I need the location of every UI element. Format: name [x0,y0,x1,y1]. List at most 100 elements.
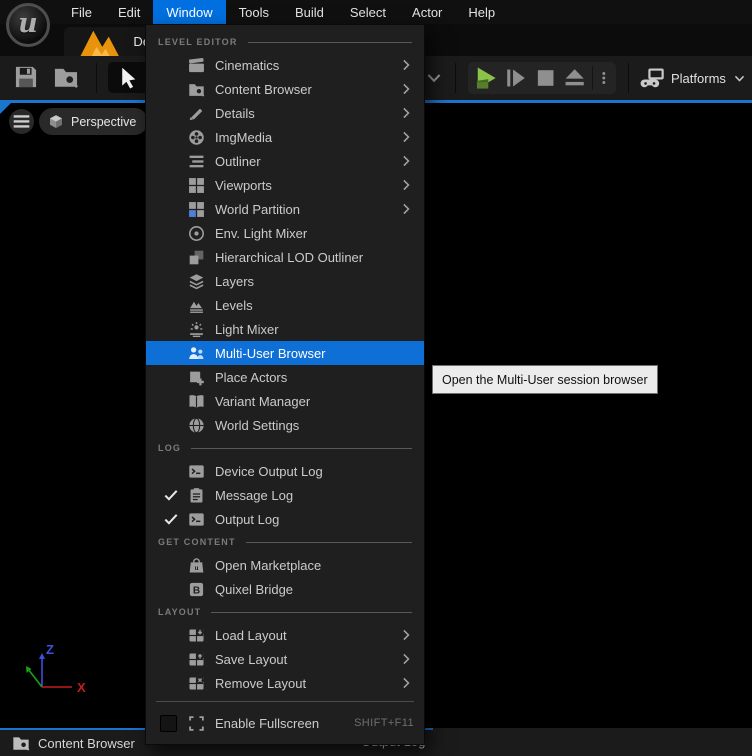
menu-item-save-layout[interactable]: Save Layout [146,647,424,671]
folder-search-icon [188,81,205,98]
platforms-button[interactable]: Platforms [640,62,746,94]
menubar-item-build[interactable]: Build [282,0,337,24]
menubar-item-help[interactable]: Help [455,0,508,24]
menu-item-cinematics[interactable]: Cinematics [146,53,424,77]
light-mixer-icon [188,321,205,338]
list-icon [188,153,205,170]
check-spacer [160,153,182,169]
menu-item-world-partition[interactable]: World Partition [146,197,424,221]
play-options-kebab-icon[interactable] [596,65,612,91]
world-settings-icon [188,417,205,434]
menu-item-variant-manager[interactable]: Variant Manager [146,389,424,413]
fullscreen-icon [188,715,205,732]
menu-item-imgmedia[interactable]: ImgMedia [146,125,424,149]
submenu-chevron-right-icon [399,130,413,144]
menu-item-content-browser[interactable]: Content Browser [146,77,424,101]
toolbar-separator [455,63,456,93]
menubar-item-edit[interactable]: Edit [105,0,153,24]
menu-item-label: ImgMedia [215,130,272,145]
submenu-chevron-right-icon [399,82,413,96]
menu-item-multi-user-browser[interactable]: Multi-User Browser [146,341,424,365]
check-spacer [160,321,182,337]
check-spacer [160,393,182,409]
menu-section-header-level-editor: LEVEL EDITOR [146,31,424,53]
menu-item-label: Open Marketplace [215,558,321,573]
check-spacer [160,273,182,289]
submenu-chevron-right-icon [399,58,413,72]
menu-item-place-actors[interactable]: Place Actors [146,365,424,389]
menu-item-enable-fullscreen[interactable]: Enable FullscreenSHIFT+F11 [146,708,424,738]
multi-user-icon [188,345,205,362]
save-button[interactable] [13,64,39,90]
unreal-engine-logo: u [6,3,50,47]
menu-item-label: Load Layout [215,628,287,643]
check-spacer [160,345,182,361]
content-browser-button[interactable] [53,64,79,90]
menu-item-open-marketplace[interactable]: u Open Marketplace [146,553,424,577]
tooltip-text: Open the Multi-User session browser [442,373,648,387]
load-layout-icon [188,627,205,644]
env-light-mixer-icon [188,225,205,242]
menu-item-load-layout[interactable]: Load Layout [146,623,424,647]
marketplace-icon: u [188,557,205,574]
submenu-chevron-right-icon [399,652,413,666]
selection-mode-chevron-down-icon[interactable] [425,69,443,87]
stop-button[interactable] [531,65,560,91]
menu-item-hierarchical-lod-outliner[interactable]: Hierarchical LOD Outliner [146,245,424,269]
menubar-item-actor[interactable]: Actor [399,0,455,24]
menu-item-layers[interactable]: Layers [146,269,424,293]
perspective-button[interactable]: Perspective [39,108,148,135]
check-spacer [160,297,182,313]
menu-item-remove-layout[interactable]: Remove Layout [146,671,424,695]
content-browser-drawer-button[interactable]: Content Browser [12,732,135,754]
viewport-options-button[interactable] [9,109,34,134]
check-spacer [160,675,182,691]
menubar-item-select[interactable]: Select [337,0,399,24]
menu-item-label: Variant Manager [215,394,310,409]
variant-manager-icon [188,393,205,410]
menubar-item-file[interactable]: File [58,0,105,24]
platforms-label: Platforms [671,71,726,86]
menu-item-message-log[interactable]: Message Log [146,483,424,507]
place-actors-icon [188,369,205,386]
platforms-chevron-down-icon [733,72,746,85]
play-button[interactable] [472,65,501,91]
eject-button[interactable] [560,65,589,91]
menu-item-label: Viewports [215,178,272,193]
submenu-chevron-right-icon [399,106,413,120]
submenu-chevron-right-icon [399,154,413,168]
menu-item-shortcut: SHIFT+F11 [354,717,414,729]
menu-item-device-output-log[interactable]: Device Output Log [146,459,424,483]
menubar-item-window[interactable]: Window [153,0,225,24]
cursor-icon [117,66,141,90]
menu-item-viewports[interactable]: Viewports [146,173,424,197]
menu-item-outliner[interactable]: Outliner [146,149,424,173]
menu-item-quixel-bridge[interactable]: B Quixel Bridge [146,577,424,601]
perspective-label: Perspective [71,115,136,129]
check-spacer [160,463,182,479]
folder-search-icon [12,734,30,752]
clapperboard-icon [188,57,205,74]
menu-item-details[interactable]: Details [146,101,424,125]
menu-item-world-settings[interactable]: World Settings [146,413,424,437]
svg-text:B: B [193,585,200,596]
check-spacer [160,581,182,597]
menu-item-levels[interactable]: Levels [146,293,424,317]
cube-icon [48,114,64,130]
menu-item-label: Quixel Bridge [215,582,293,597]
menu-item-light-mixer[interactable]: Light Mixer [146,317,424,341]
menu-item-label: Remove Layout [215,676,306,691]
hlod-icon [188,249,205,266]
menu-item-label: Content Browser [215,82,312,97]
menu-item-env-light-mixer[interactable]: Env. Light Mixer [146,221,424,245]
check-spacer [160,225,182,241]
menu-item-label: Details [215,106,255,121]
menu-item-label: Message Log [215,488,293,503]
axis-z-label: Z [46,642,54,657]
fullscreen-checkbox[interactable] [160,715,182,731]
menu-item-label: Device Output Log [215,464,323,479]
frame-skip-button[interactable] [501,65,530,91]
menu-item-label: Layers [215,274,254,289]
menubar-item-tools[interactable]: Tools [226,0,282,24]
menu-item-output-log[interactable]: Output Log [146,507,424,531]
